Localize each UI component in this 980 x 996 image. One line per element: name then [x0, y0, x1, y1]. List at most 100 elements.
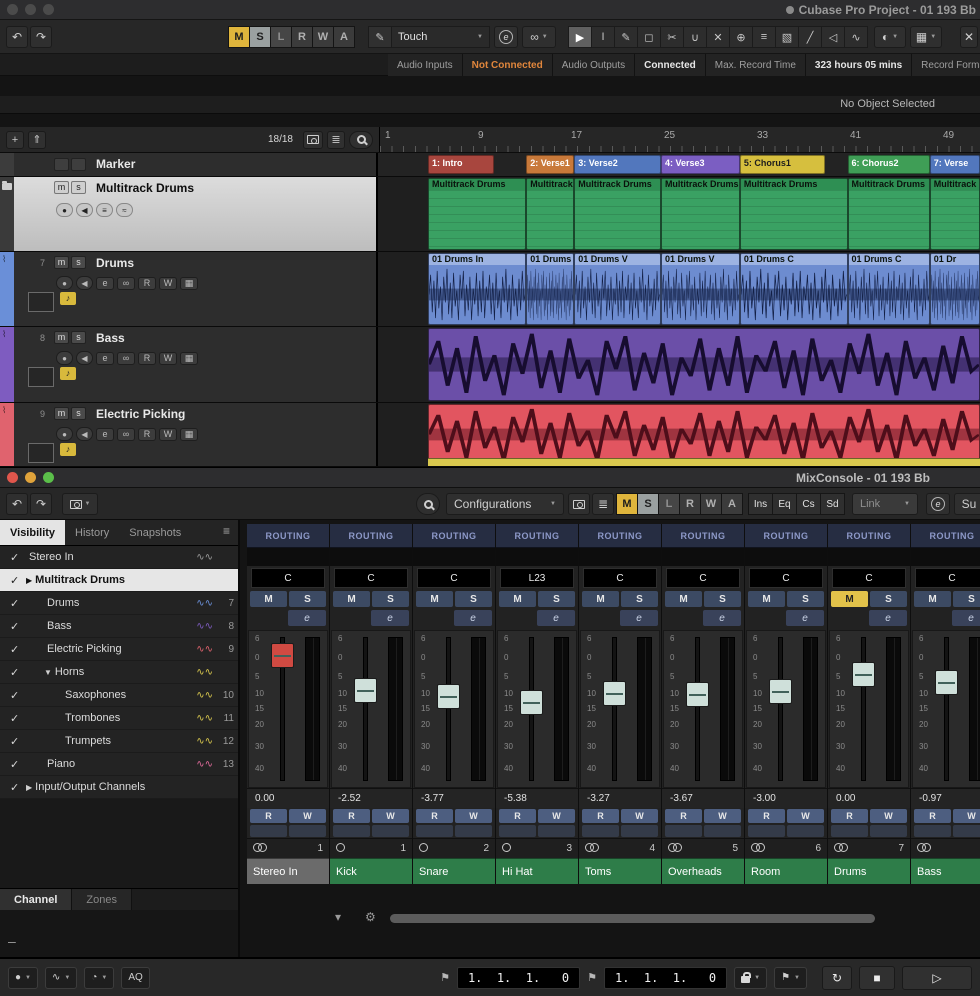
record-enable-icon[interactable]: ● — [56, 203, 73, 217]
visibility-item[interactable]: ✓ Stereo In — [0, 546, 238, 569]
track-search-button[interactable] — [349, 131, 373, 149]
solo-button[interactable]: S — [870, 591, 907, 607]
fader-db-value[interactable]: -0.97 — [911, 788, 980, 808]
channel-extra-button[interactable] — [250, 825, 287, 837]
tool-button[interactable]: ✂ — [661, 26, 684, 48]
read-automation-button[interactable]: R — [748, 809, 785, 823]
mixconsole-minimize-button[interactable] — [25, 472, 36, 483]
channel-extra-button[interactable] — [870, 825, 907, 837]
expand-arrow-icon[interactable]: ▶ — [26, 576, 32, 585]
mc-redo-button[interactable]: ↷ — [30, 493, 52, 515]
input-routing-icon[interactable]: ▦ — [180, 352, 198, 365]
write-automation-button[interactable]: W — [953, 809, 980, 823]
inserts-slot[interactable] — [28, 367, 54, 387]
expand-arrow-icon[interactable]: ▶ — [26, 783, 32, 792]
automation-button[interactable]: W — [701, 493, 722, 515]
fader-db-value[interactable]: -3.77 — [413, 788, 495, 808]
expand-arrow-icon[interactable]: ▼ — [44, 668, 52, 677]
fader-handle[interactable] — [769, 679, 792, 704]
solo-button[interactable]: S — [538, 591, 575, 607]
channel-routing-slot[interactable]: ROUTING — [911, 524, 980, 548]
automation-button[interactable]: L — [659, 493, 680, 515]
audio-event[interactable]: 01 Drums V — [574, 253, 661, 325]
folder-part[interactable]: Multitrack Drums — [428, 178, 526, 250]
edit-channel-button[interactable]: e — [869, 610, 907, 626]
marker-event[interactable]: 4: Verse3 — [661, 155, 740, 174]
tool-button[interactable]: ✕ — [707, 26, 730, 48]
bottom-tab[interactable]: Zones — [72, 889, 132, 910]
marker-event[interactable]: 7: Verse — [930, 155, 980, 174]
add-marker-icon[interactable] — [54, 158, 69, 171]
channel-extra-button[interactable] — [914, 825, 951, 837]
fader-db-value[interactable]: 0.00 — [247, 788, 329, 808]
visibility-item[interactable]: ✓ Piano 13 — [0, 753, 238, 776]
tool-button[interactable]: ✎ — [615, 26, 638, 48]
channel-extra-button[interactable] — [333, 825, 370, 837]
freeze-icon[interactable]: ≈ — [116, 203, 133, 217]
channel-routing-slot[interactable]: ROUTING — [247, 524, 329, 548]
mc-edit-button[interactable]: e — [926, 493, 950, 515]
channel-extra-button[interactable] — [621, 825, 658, 837]
pan-control[interactable]: C — [583, 568, 657, 588]
check-icon[interactable]: ✓ — [10, 666, 26, 679]
monitor-icon[interactable]: ◀ — [76, 351, 93, 365]
channel-routing-slot[interactable]: ROUTING — [413, 524, 495, 548]
audio-event[interactable]: 01 Drums C — [848, 253, 930, 325]
read-automation-button[interactable]: R — [831, 809, 868, 823]
channel-name[interactable]: Toms — [579, 858, 661, 884]
fader-handle[interactable] — [437, 684, 460, 709]
solo-button[interactable]: S — [289, 591, 326, 607]
marker-event[interactable]: 2: Verse1 — [526, 155, 574, 174]
track-mute-button[interactable]: m — [54, 407, 69, 420]
channel-extra-button[interactable] — [455, 825, 492, 837]
read-automation-button[interactable]: R — [582, 809, 619, 823]
menu-icon[interactable]: ≡ — [223, 520, 238, 545]
pan-control[interactable]: C — [417, 568, 491, 588]
group-edit-icon[interactable]: ≡ — [96, 203, 113, 217]
window-close-button[interactable] — [7, 4, 18, 15]
channel-extra-button[interactable] — [748, 825, 785, 837]
monitor-icon[interactable]: ◀ — [76, 276, 93, 290]
mixconsole-zoom-button[interactable] — [43, 472, 54, 483]
fader-handle[interactable] — [520, 690, 543, 715]
channel-routing-slot[interactable]: ROUTING — [828, 524, 910, 548]
visibility-item[interactable]: ✓ Drums 7 — [0, 592, 238, 615]
secondary-position-display[interactable]: 1. 1. 1. 0 — [604, 967, 727, 989]
mute-button[interactable]: M — [333, 591, 370, 607]
folder-part[interactable]: Multitrack Drums — [740, 178, 848, 250]
write-automation-button[interactable]: W — [621, 809, 658, 823]
write-automation-icon[interactable]: W — [159, 277, 177, 290]
audio-track-header[interactable]: 8 m s Bass ● ◀ e ∞ R W ▦ — [0, 327, 378, 402]
pan-control[interactable]: C — [915, 568, 980, 588]
audio-event[interactable] — [428, 328, 980, 401]
folder-part[interactable]: Multitrack Drums — [526, 178, 574, 250]
edit-channel-button[interactable]: e — [786, 610, 824, 626]
audio-mode-select[interactable]: ∿▼ — [45, 967, 77, 989]
fader-handle[interactable] — [935, 670, 958, 695]
write-automation-button[interactable]: W — [289, 809, 326, 823]
tool-button[interactable]: ▧ — [776, 26, 799, 48]
fader-track[interactable] — [363, 637, 368, 781]
folder-part[interactable]: Multitrack Drums — [930, 178, 980, 250]
visibility-item[interactable]: ✓ Trombones 11 — [0, 707, 238, 730]
record-mode-select[interactable]: ●▼ — [8, 967, 38, 989]
tool-button[interactable]: ▶ — [569, 26, 592, 48]
marker-event[interactable]: 6: Chorus2 — [848, 155, 930, 174]
zoom-out-button[interactable]: – — [8, 933, 16, 949]
channel-name[interactable]: Overheads — [662, 858, 744, 884]
solo-button[interactable]: S — [455, 591, 492, 607]
insert-state-icon[interactable]: ∞ — [117, 352, 135, 365]
read-automation-button[interactable]: R — [499, 809, 536, 823]
visibility-item[interactable]: ✓ ▶ Multitrack Drums — [0, 569, 238, 592]
track-list-button[interactable]: ≣ — [327, 131, 345, 149]
channel-extra-button[interactable] — [372, 825, 409, 837]
automation-button[interactable]: S — [250, 26, 271, 48]
edit-channel-button[interactable]: e — [288, 610, 326, 626]
toolbar-close-button[interactable]: ✕ — [960, 26, 978, 48]
track-solo-button[interactable]: s — [71, 407, 86, 420]
read-automation-icon[interactable]: R — [138, 428, 156, 441]
mute-button[interactable]: M — [665, 591, 702, 607]
tool-button[interactable]: ∪ — [684, 26, 707, 48]
check-icon[interactable]: ✓ — [10, 551, 26, 564]
channel-routing-slot[interactable]: ROUTING — [496, 524, 578, 548]
